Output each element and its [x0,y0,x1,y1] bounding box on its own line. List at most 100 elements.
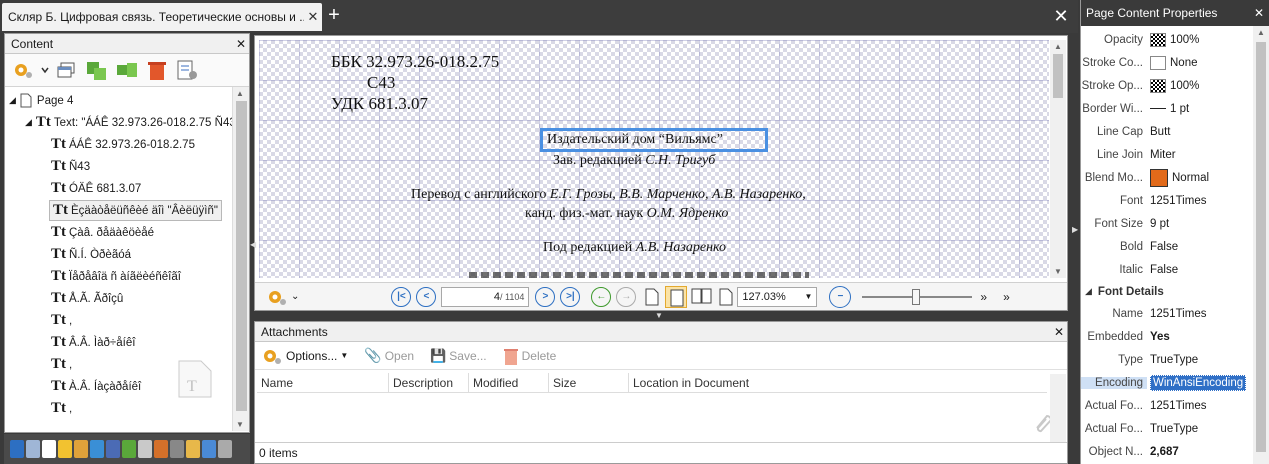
continuous-page-icon[interactable] [665,285,688,308]
close-tab-icon[interactable]: ✕ [304,9,322,25]
properties-list-icon[interactable] [175,59,199,81]
save-button[interactable]: 💾 Save... [430,348,487,364]
options-button[interactable]: Options... ▼ [261,346,348,366]
prop-row-encoding[interactable]: Encoding WinAnsiEncoding [1081,371,1253,394]
go-forward-button[interactable]: → [616,286,637,307]
prop-row-actual-font-type[interactable]: Actual Fo... TrueType [1081,417,1253,440]
close-icon[interactable]: ✕ [1051,325,1067,339]
column-name[interactable]: Name [257,373,389,392]
tree-text-item[interactable]: Tt À.Â. Íàçàðåíêî [51,376,141,397]
close-icon[interactable]: ✕ [1249,6,1269,20]
document-tab[interactable]: Скляр Б. Цифровая связь. Теоретические о… [2,3,322,31]
scroll-down-icon[interactable]: ▼ [1054,267,1062,276]
links-icon[interactable] [186,440,200,458]
scroll-up-icon[interactable]: ▲ [1257,28,1265,37]
tree-text-item[interactable]: Tt Ñ43 [51,156,90,177]
tree-text-item[interactable]: Tt , [51,354,72,375]
gear-options-icon[interactable] [11,59,35,81]
previous-page-button[interactable]: < [416,286,437,307]
page-number-input[interactable]: 4/ 1104 [441,286,530,307]
green-blocks-2-icon[interactable] [115,59,139,81]
prop-row-stroke-opacity[interactable]: Stroke Op... 100% [1081,74,1253,97]
tree-text-item-selected[interactable]: Tt Èçäàòåëüñêèé äîì "Âèëüÿìñ" [49,200,222,221]
page-text-edited[interactable]: Под редакцией А.В. Назаренко [543,240,726,256]
tree-text-item[interactable]: Tt Çàâ. ðåäàêöèåé [51,222,154,243]
prop-row-actual-font[interactable]: Actual Fo... 1251Times [1081,394,1253,417]
prop-value-selected[interactable]: WinAnsiEncoding [1150,374,1247,391]
dropdown-arrow-icon[interactable] [41,59,49,81]
prop-row-bold[interactable]: Bold False [1081,235,1253,258]
close-icon[interactable]: ✕ [233,37,249,51]
prop-row-italic[interactable]: Italic False [1081,258,1253,281]
prop-row-font-size[interactable]: Font Size 9 pt [1081,212,1253,235]
single-page-icon[interactable] [645,288,659,306]
tree-text-item[interactable]: Tt Å.Ã. Ãðîçû [51,288,123,309]
prop-row-object-number[interactable]: Object N... 2,687 [1081,440,1253,463]
gear-options-icon[interactable] [265,286,289,308]
collapse-triangle-icon[interactable]: ◢ [25,117,32,128]
delete-icon[interactable] [145,59,169,81]
prop-row-font-name[interactable]: Name 1251Times [1081,302,1253,325]
new-tab-button[interactable]: + [324,5,344,26]
left-splitter-handle[interactable]: ◀ [250,240,256,254]
zoom-out-button[interactable]: − [829,285,852,308]
right-splitter-handle[interactable]: ▶ [1072,225,1078,239]
column-description[interactable]: Description [389,373,469,392]
page-text-editor[interactable]: Зав. редакцией С.Н. Тригуб [553,153,715,169]
dropdown-arrow-icon[interactable]: ⌄ [291,291,299,302]
close-document-icon[interactable]: ✕ [1050,5,1072,27]
globe-icon[interactable] [202,440,216,458]
tree-text-item[interactable]: Tt ÁÁÊ 32.973.26-018.2.75 [51,134,195,155]
zoom-slider[interactable] [862,287,973,307]
page-text-degree[interactable]: канд. физ.-мат. наук О.М. Ядренко [525,206,728,222]
tree-text-item[interactable]: Tt ÓÄÊ 681.3.07 [51,178,141,199]
tree-text-group[interactable]: ◢ Tt Text: "ÁÁÊ 32.973.26-018.2.75 Ñ43 [25,112,236,133]
tree-text-item[interactable]: Tt , [51,398,72,419]
prop-row-stroke-color[interactable]: Stroke Co... None [1081,51,1253,74]
delete-button[interactable]: Delete [503,346,556,366]
prop-row-opacity[interactable]: Opacity 100% [1081,28,1253,51]
page-canvas[interactable]: ББК 32.973.26-018.2.75 С43 УДК 681.3.07 … [259,40,1049,278]
tags-icon[interactable] [154,440,168,458]
column-location[interactable]: Location in Document [629,373,1047,392]
page-text-udk[interactable]: УДК 681.3.07 [331,94,428,114]
page-text-c43[interactable]: С43 [367,73,395,93]
zoom-select[interactable]: 127.03% ▼ [737,286,818,307]
collapse-toolbar-icon[interactable]: » [1003,290,1010,304]
properties-scrollbar[interactable]: ▲ [1253,26,1269,464]
zoom-slider-knob[interactable] [912,288,921,305]
scroll-up-icon[interactable]: ▲ [236,89,244,98]
bookmarks-icon[interactable] [10,440,24,458]
order-icon[interactable] [170,440,184,458]
go-back-button[interactable]: ← [591,286,612,307]
font-details-section[interactable]: ◢ Font Details [1081,280,1253,303]
collapse-triangle-icon[interactable]: ◢ [9,95,16,106]
green-blocks-icon[interactable] [85,59,109,81]
collapse-triangle-icon[interactable]: ◢ [1085,286,1092,297]
more-icon[interactable] [218,440,232,458]
prop-row-embedded[interactable]: Embedded Yes [1081,325,1253,348]
next-page-button[interactable]: > [535,286,556,307]
toolbar-overflow-icon[interactable]: » [980,290,987,304]
column-size[interactable]: Size [549,373,629,392]
scroll-up-icon[interactable]: ▲ [1054,42,1062,51]
destinations-icon[interactable] [138,440,152,458]
prop-row-line-join[interactable]: Line Join Miter [1081,143,1253,166]
content-icon[interactable] [42,440,56,458]
prop-row-border-width[interactable]: Border Wi... 1 pt [1081,97,1253,120]
pages-icon[interactable] [26,440,40,458]
page-text-translation[interactable]: Перевод с английского Е.Г. Грозы, В.В. М… [411,187,806,203]
prop-row-type[interactable]: Type TrueType [1081,348,1253,371]
attachments-icon[interactable] [74,440,88,458]
content-tree-scrollbar[interactable]: ▲ ▼ [232,87,249,431]
facing-pages-icon[interactable] [691,288,713,306]
bottom-splitter-handle[interactable]: ▼ [655,311,669,320]
first-page-button[interactable]: |< [391,286,412,307]
last-page-button[interactable]: >| [560,286,581,307]
scrollbar-thumb[interactable] [236,101,247,411]
tree-text-item[interactable]: Tt , [51,310,72,331]
layers-icon[interactable] [90,440,104,458]
page-text-bbk[interactable]: ББК 32.973.26-018.2.75 [331,52,499,72]
prop-row-line-cap[interactable]: Line Cap Butt [1081,120,1253,143]
scrollbar-thumb[interactable] [1256,42,1266,452]
